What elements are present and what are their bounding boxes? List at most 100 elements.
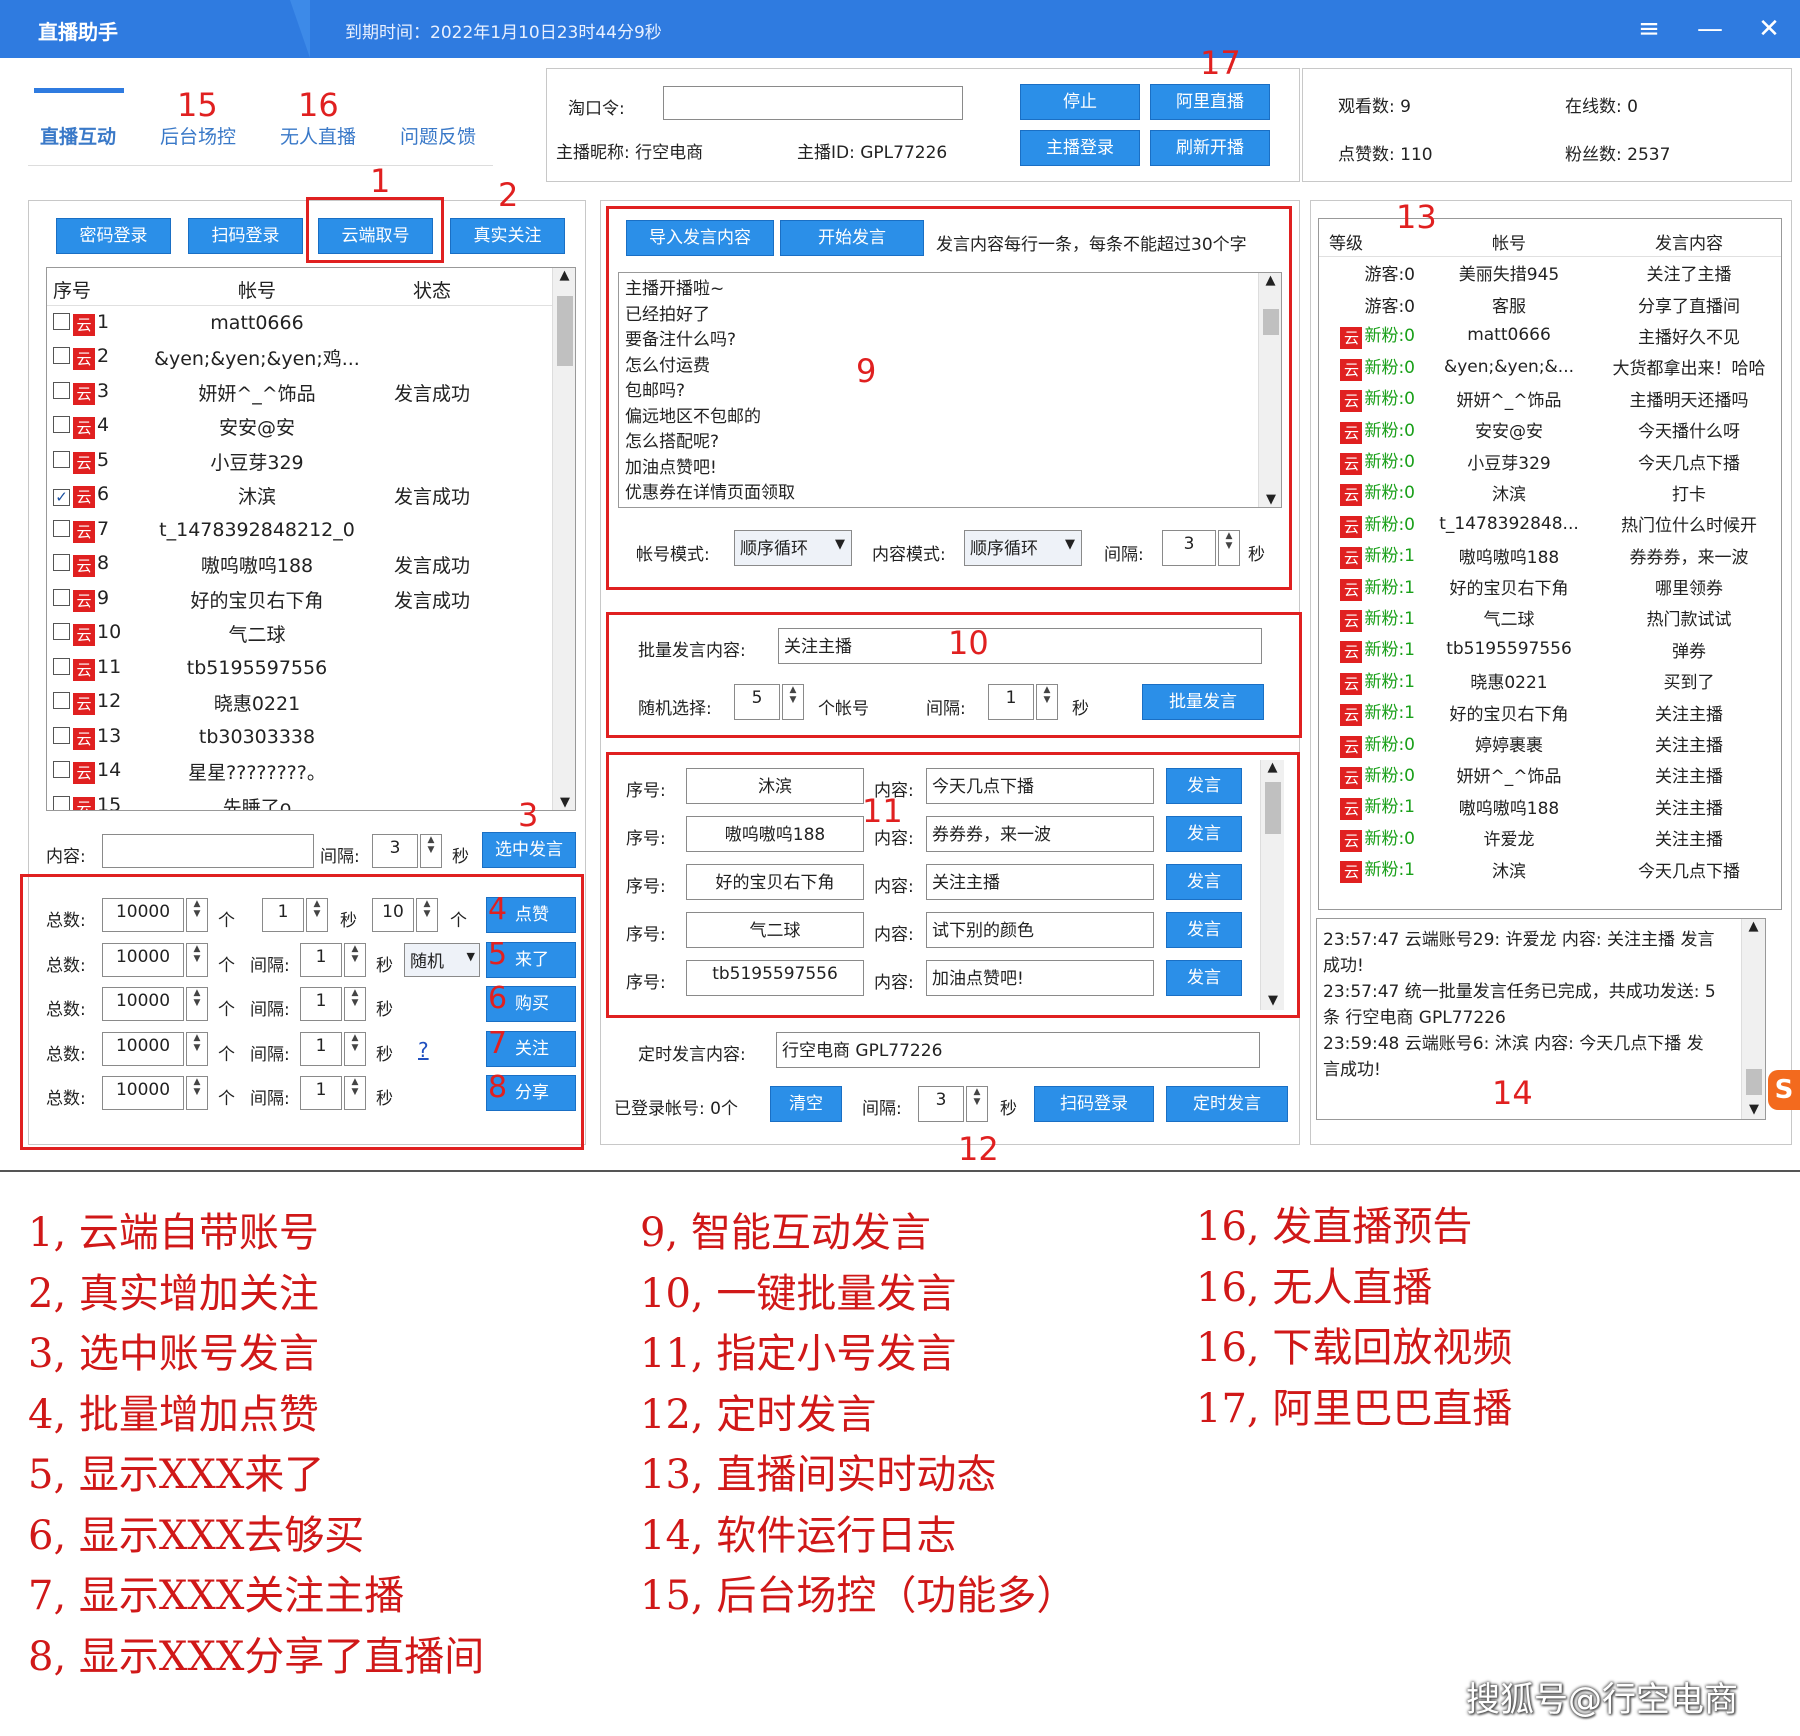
scan-login-button[interactable]: 扫码登录	[188, 218, 303, 254]
boost-a-stepper[interactable]: ▲ ▼	[344, 942, 366, 977]
boost-total-input[interactable]: 10000	[102, 987, 184, 1021]
scroll-down-icon[interactable]: ▼	[553, 795, 575, 810]
account-row[interactable]: 云 4 安安@安	[47, 410, 497, 445]
assign-account-input[interactable]: tb5195597556	[686, 960, 864, 996]
clear-button[interactable]: 清空	[770, 1086, 842, 1122]
scroll-thumb[interactable]	[1265, 782, 1281, 834]
assign-speak-button[interactable]: 发言	[1166, 768, 1242, 804]
anchor-login-button[interactable]: 主播登录	[1020, 130, 1140, 166]
boost-total-input[interactable]: 10000	[102, 898, 184, 932]
row-checkbox[interactable]	[53, 623, 70, 641]
boost-a-input[interactable]: 1	[262, 898, 304, 932]
scroll-up-icon[interactable]: ▲	[1259, 273, 1281, 288]
scroll-down-icon[interactable]: ▼	[1261, 993, 1285, 1008]
row-checkbox[interactable]	[53, 416, 70, 434]
assign-account-input[interactable]: 嗷呜嗷呜188	[686, 816, 864, 852]
speech-interval-input[interactable]: 3	[1162, 530, 1216, 566]
boost-b-input[interactable]: 10	[372, 898, 414, 932]
assign-speak-button[interactable]: 发言	[1166, 912, 1242, 948]
scroll-thumb[interactable]	[1263, 309, 1279, 335]
account-row[interactable]: 云 1 matt0666	[47, 306, 497, 341]
boost-a-input[interactable]: 1	[300, 987, 342, 1021]
row-checkbox[interactable]	[53, 450, 70, 468]
timed-scan-login-button[interactable]: 扫码登录	[1034, 1086, 1154, 1122]
boost-total-stepper[interactable]: ▲ ▼	[186, 898, 208, 932]
row-checkbox[interactable]	[53, 795, 70, 810]
refresh-live-button[interactable]: 刷新开播	[1150, 130, 1270, 166]
start-speak-button[interactable]: 开始发言	[780, 220, 924, 256]
account-row[interactable]: 云 8 嗷呜嗷呜188 发言成功	[47, 548, 497, 583]
assign-content-input[interactable]: 加油点赞吧!	[926, 960, 1154, 996]
assign-speak-button[interactable]: 发言	[1166, 864, 1242, 900]
content-mode-select[interactable]: 顺序循环 ▼	[964, 530, 1082, 566]
batch-speak-button[interactable]: 批量发言	[1142, 684, 1264, 720]
boost-total-input[interactable]: 10000	[102, 1076, 184, 1110]
batch-interval-stepper[interactable]: ▲ ▼	[1036, 684, 1058, 720]
account-row[interactable]: 云 2 &yen;&yen;&yen;鸡...	[47, 341, 497, 376]
row-checkbox[interactable]	[53, 381, 70, 399]
ali-live-button[interactable]: 阿里直播	[1150, 84, 1270, 120]
account-row[interactable]: 云 5 小豆芽329	[47, 444, 497, 479]
row-checkbox[interactable]	[53, 519, 70, 537]
timed-content-input[interactable]: 行空电商 GPL77226	[776, 1032, 1260, 1068]
help-link[interactable]: ?	[418, 1038, 429, 1062]
account-row[interactable]: 云 15 先睡了o	[47, 789, 497, 810]
boost-total-stepper[interactable]: ▲ ▼	[186, 1076, 208, 1110]
account-row[interactable]: 云 12 晓惠0221	[47, 686, 497, 721]
row-checkbox[interactable]	[53, 657, 70, 675]
assign-account-input[interactable]: 气二球	[686, 912, 864, 948]
interval-input[interactable]: 3	[372, 834, 418, 868]
account-mode-select[interactable]: 顺序循环 ▼	[734, 530, 852, 566]
speech-scrollbar[interactable]: ▲ ▼	[1258, 273, 1281, 507]
row-checkbox[interactable]	[53, 726, 70, 744]
timed-interval-stepper[interactable]: ▲ ▼	[966, 1086, 988, 1122]
assign-content-input[interactable]: 关注主播	[926, 864, 1154, 900]
assign-account-input[interactable]: 好的宝贝右下角	[686, 864, 864, 900]
speech-textarea[interactable]: 主播开播啦~ 已经拍好了 要备注什么吗? 怎么付运费 包邮吗? 偏远地区不包邮的 怎么搭配呢…	[618, 272, 1282, 508]
row-checkbox[interactable]: ✓	[53, 489, 70, 507]
scroll-down-icon[interactable]: ▼	[1259, 492, 1281, 507]
boost-total-stepper[interactable]: ▲ ▼	[186, 987, 208, 1021]
assign-speak-button[interactable]: 发言	[1166, 816, 1242, 852]
timed-interval-input[interactable]: 3	[918, 1086, 964, 1122]
boost-total-input[interactable]: 10000	[102, 1031, 184, 1066]
boost-total-stepper[interactable]: ▲ ▼	[186, 942, 208, 977]
selected-speak-button[interactable]: 选中发言	[482, 832, 576, 868]
boost-a-stepper[interactable]: ▲ ▼	[344, 1076, 366, 1110]
timed-speak-button[interactable]: 定时发言	[1166, 1086, 1288, 1122]
scroll-up-icon[interactable]: ▲	[553, 268, 575, 283]
assign-scrollbar[interactable]: ▲ ▼	[1260, 760, 1284, 1010]
row-checkbox[interactable]	[53, 588, 70, 606]
speech-interval-stepper[interactable]: ▲ ▼	[1218, 530, 1240, 566]
account-row[interactable]: 云 9 好的宝贝右下角 发言成功	[47, 582, 497, 617]
log-scrollbar[interactable]: ▲ ▼	[1741, 919, 1765, 1119]
boost-a-stepper[interactable]: ▲ ▼	[344, 987, 366, 1021]
scroll-down-icon[interactable]: ▼	[1742, 1102, 1765, 1117]
assign-speak-button[interactable]: 发言	[1166, 960, 1242, 996]
row-checkbox[interactable]	[53, 347, 70, 365]
assign-account-input[interactable]: 沐滨	[686, 768, 864, 804]
account-row[interactable]: 云 7 t_1478392848212_0	[47, 513, 497, 548]
close-icon[interactable]: ✕	[1752, 12, 1786, 46]
boost-a-stepper[interactable]: ▲ ▼	[306, 898, 328, 932]
boost-total-stepper[interactable]: ▲ ▼	[186, 1031, 208, 1066]
boost-a-input[interactable]: 1	[300, 942, 342, 977]
random-count-input[interactable]: 5	[734, 684, 780, 720]
tab-feedback[interactable]: 问题反馈	[400, 122, 476, 149]
row-checkbox[interactable]	[53, 312, 70, 330]
account-row[interactable]: 云 14 星星????????。	[47, 755, 497, 790]
scroll-thumb[interactable]	[1746, 1069, 1762, 1095]
minimize-icon[interactable]: —	[1693, 12, 1727, 46]
real-follow-button[interactable]: 真实关注	[450, 218, 565, 254]
boost-random-select[interactable]: 随机 ▼	[404, 942, 480, 977]
taokouling-input[interactable]	[663, 86, 963, 120]
row-checkbox[interactable]	[53, 692, 70, 710]
batch-interval-input[interactable]: 1	[988, 684, 1034, 720]
account-row[interactable]: ✓ 云 6 沐滨 发言成功	[47, 479, 497, 514]
batch-content-input[interactable]: 关注主播	[778, 628, 1262, 664]
tab-unmanned-live[interactable]: 无人直播	[280, 122, 356, 149]
stop-button[interactable]: 停止	[1020, 84, 1140, 120]
scroll-up-icon[interactable]: ▲	[1261, 760, 1284, 775]
account-row[interactable]: 云 13 tb30303338	[47, 720, 497, 755]
account-list-scrollbar[interactable]: ▲ ▼	[552, 268, 575, 810]
